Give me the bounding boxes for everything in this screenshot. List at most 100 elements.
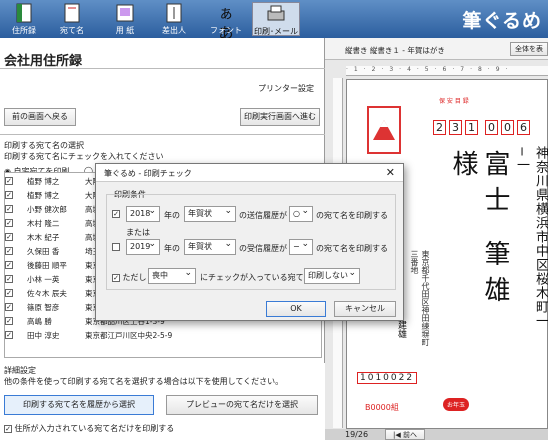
row-address: 東京都江戸川区中央2-5-9	[85, 331, 173, 340]
row-checkbox[interactable]: ✓	[5, 261, 13, 269]
checkbox-checked-icon[interactable]: ✓	[112, 209, 120, 218]
detail-area: 詳細設定 他の条件を使って印刷する宛て名を選択する場合は以下を使用してください。…	[0, 363, 325, 440]
year-select-2[interactable]: 2019	[126, 237, 160, 255]
layout-label: 縦書き 縦書き１ - 年賀はがき	[345, 46, 445, 55]
condition-row-1: ✓	[112, 209, 120, 218]
only-address-checkbox[interactable]: ✓ 住所が入力されている宛て名だけを印刷する	[4, 423, 174, 434]
table-row[interactable]: ✓ 田中 淳史 東京都江戸川区中央2-5-9	[5, 330, 321, 341]
dialog-titlebar: 筆ぐるめ - 印刷チェック ✕	[96, 164, 403, 182]
zip-digit: 2	[433, 120, 446, 135]
cancel-button[interactable]: キャンセル	[334, 301, 396, 317]
detail-text: 他の条件を使って印刷する宛て名を選択する場合は以下を使用してください。	[4, 377, 284, 386]
history-select-button[interactable]: 印刷する宛て名を履歴から選択	[4, 395, 154, 415]
sender-icon	[166, 3, 182, 23]
sender-name: 建雄	[396, 320, 406, 338]
mourning-select[interactable]: 喪中	[148, 266, 196, 284]
zip-digit: 0	[501, 120, 514, 135]
prev-page-button[interactable]: |◀ 前へ	[385, 429, 425, 440]
zip-digit: 0	[485, 120, 498, 135]
page-title: 会社用住所録	[4, 54, 83, 69]
row-checkbox[interactable]: ✓	[5, 317, 13, 325]
action-select[interactable]: 印刷しない	[304, 266, 360, 284]
mark-select-2[interactable]: −	[289, 237, 313, 255]
year-suffix-2: 年の	[164, 244, 180, 253]
recipient-name: 富士 筆雄 様	[448, 150, 510, 313]
row-name: 小林 一英	[27, 275, 60, 284]
row-checkbox[interactable]: ✓	[5, 331, 13, 339]
row-checkbox[interactable]: ✓	[5, 289, 13, 297]
preview-select-button[interactable]: プレビューの宛て名だけを選択	[166, 395, 318, 415]
prefix-text: ただし	[122, 273, 147, 282]
toolbar-font[interactable]: ぁあ フォント	[204, 2, 248, 42]
type-select-1[interactable]: 年賀状	[184, 204, 236, 222]
checkbox-unchecked-icon[interactable]	[112, 242, 120, 251]
sender-address: 東京都千代田区神田練塀町三番地	[410, 250, 430, 346]
row-name: 高嶋 勝	[27, 317, 52, 326]
lottery-number: B0000組	[365, 403, 399, 412]
printer-icon	[267, 5, 285, 21]
prev-icon: |◀	[393, 431, 401, 439]
page-indicator: 19/26	[345, 430, 369, 439]
row-checkbox[interactable]: ✓	[5, 247, 13, 255]
year-select-1[interactable]: 2018	[126, 204, 160, 222]
back-button[interactable]: 前の画面へ戻る	[4, 108, 76, 126]
row-name: 木木 紀子	[27, 233, 60, 242]
row-checkbox[interactable]: ✓	[5, 191, 13, 199]
row-checkbox[interactable]: ✓	[5, 205, 13, 213]
ok-button[interactable]: OK	[266, 301, 326, 317]
instruction-text: 印刷する宛て名にチェックを入れてください	[4, 152, 164, 161]
row-name: 篠原 智彦	[27, 303, 60, 312]
font-icon: ぁあ	[218, 4, 234, 42]
main-toolbar: 住所録 宛て名 用 紙 差出人 ぁあ フォント 印刷･メール 筆ぐるめ	[0, 0, 548, 42]
year-suffix-1: 年の	[164, 211, 180, 220]
zip-digit: 3	[449, 120, 462, 135]
row-name: 木村 隆二	[27, 219, 60, 228]
row-name: 植野 博之	[27, 191, 60, 200]
row-checkbox[interactable]: ✓	[5, 233, 13, 241]
detail-title: 詳細設定	[4, 366, 36, 375]
checkbox-checked-icon[interactable]: ✓	[112, 273, 120, 282]
printer-settings-link[interactable]: プリンター設定	[258, 83, 314, 94]
mid-text-2: の受信履歴が	[239, 244, 287, 253]
toolbar-paper[interactable]: 用 紙	[103, 2, 147, 36]
or-text: または	[126, 228, 150, 237]
toolbar-recipient[interactable]: 宛て名	[50, 2, 94, 36]
row-checkbox[interactable]: ✓	[5, 275, 13, 283]
stamp-icon	[367, 106, 401, 154]
checkbox-checked-icon: ✓	[4, 424, 12, 433]
condition-row-2	[112, 242, 120, 251]
view-all-button[interactable]: 全体を表	[510, 42, 548, 56]
mid-text-3: にチェックが入っている宛て名は	[200, 273, 320, 282]
zip-digit: 6	[517, 120, 530, 135]
row-name: 佐々木 辰夫	[27, 289, 67, 298]
status-bar: 19/26 |◀ 前へ	[325, 429, 548, 440]
mark-select-1[interactable]: ○	[289, 204, 313, 222]
row-name: 田中 淳史	[27, 331, 60, 340]
postcard-icon	[64, 3, 80, 23]
dialog-title: 筆ぐるめ - 印刷チェック	[104, 169, 192, 178]
section-title: 印刷する宛て名の選択	[4, 141, 84, 150]
toolbar-print-mail[interactable]: 印刷･メール	[252, 2, 300, 36]
end-text-1: の宛て名を印刷する	[316, 211, 388, 220]
type-select-2[interactable]: 年賀状	[184, 237, 236, 255]
row-name: 久保田 香	[27, 247, 60, 256]
zip-digit: 1	[465, 120, 478, 135]
preview-toolbar: 縦書き 縦書き１ - 年賀はがき 全体を表	[325, 38, 548, 60]
row-name: 植野 博之	[27, 177, 60, 186]
row-name: 小野 健次郎	[27, 205, 67, 214]
toolbar-sender[interactable]: 差出人	[152, 2, 196, 36]
close-icon[interactable]: ✕	[386, 166, 395, 179]
toolbar-address-book[interactable]: 住所録	[2, 2, 46, 36]
row-checkbox[interactable]: ✓	[5, 219, 13, 227]
sender-zip: 1010022	[357, 372, 418, 384]
print-check-dialog: 筆ぐるめ - 印刷チェック ✕ 印刷条件 ✓ 2018 年の 年賀状 の送信履歴…	[95, 163, 404, 321]
row-checkbox[interactable]: ✓	[5, 177, 13, 185]
app-logo: 筆ぐるめ	[462, 10, 542, 32]
recipient-address: 神奈川県横浜市中区桜木町一−一	[514, 146, 548, 328]
next-button[interactable]: 印刷実行画面へ進む	[240, 108, 320, 126]
paper-icon	[116, 4, 134, 22]
row-name: 後藤田 順平	[27, 261, 67, 270]
row-checkbox[interactable]: ✓	[5, 303, 13, 311]
condition-row-3: ✓ ただし	[112, 272, 147, 283]
horizontal-ruler: ·1·2·3·4·5·6·7·8·9·	[346, 66, 548, 76]
